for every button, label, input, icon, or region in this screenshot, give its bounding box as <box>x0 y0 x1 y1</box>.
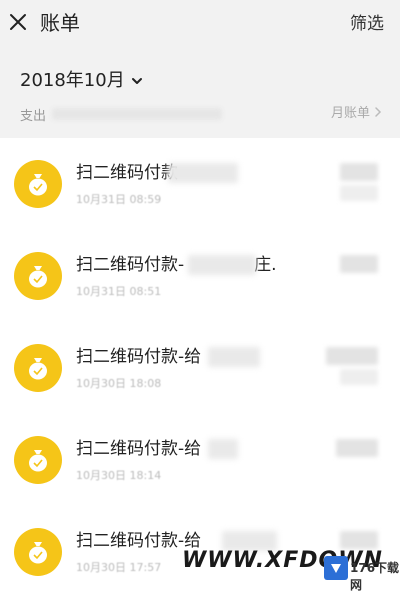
transaction-title-suffix: 庄. <box>254 255 277 275</box>
month-section: 2018年10月 支出 月账单 <box>0 48 400 138</box>
filter-button[interactable]: 筛选 <box>350 12 384 36</box>
redacted-status <box>340 369 378 385</box>
expense-label: 支出 <box>20 108 47 124</box>
chevron-down-icon <box>131 78 142 84</box>
chevron-right-icon <box>375 106 382 117</box>
redacted-merchant <box>188 255 256 275</box>
expense-summary: 支出 <box>20 103 382 125</box>
transaction-time: 10月30日 17:57 <box>76 561 162 574</box>
list-item[interactable]: 扫二维码付款-给 10月30日 18:08 <box>0 322 400 414</box>
redacted-merchant <box>208 347 260 367</box>
transaction-time: 10月30日 18:14 <box>76 469 162 482</box>
money-bag-icon <box>14 252 62 300</box>
watermark-logo-text: 176下载网 <box>350 561 400 592</box>
page-title: 账单 <box>40 11 80 35</box>
redacted-amount <box>336 439 378 457</box>
transaction-title: 扫二维码付款-给 <box>76 439 202 459</box>
monthly-bill-link[interactable]: 月账单 <box>331 102 382 121</box>
transaction-time: 10月31日 08:59 <box>76 193 162 206</box>
transaction-list: 扫二维码付款 10月31日 08:59 扫二维码付款- 庄. 10月31日 08:… <box>0 138 400 596</box>
list-item[interactable]: 扫二维码付款- 庄. 10月31日 08:51 <box>0 230 400 322</box>
transaction-title: 扫二维码付款 <box>76 163 178 183</box>
redacted-amount <box>326 347 378 365</box>
transaction-time: 10月31日 08:51 <box>76 285 162 298</box>
money-bag-icon <box>14 344 62 392</box>
close-button[interactable] <box>6 10 30 34</box>
redacted-amount <box>340 255 378 273</box>
watermark-logo-icon <box>324 556 348 580</box>
list-item[interactable]: 扫二维码付款 10月31日 08:59 <box>0 138 400 230</box>
redacted-merchant <box>208 439 238 459</box>
redacted-amount <box>340 531 378 549</box>
money-bag-icon <box>14 436 62 484</box>
close-icon <box>10 14 26 30</box>
transaction-title-text: 扫二维码付款- <box>76 255 185 275</box>
expense-amount-redacted <box>52 108 223 120</box>
redacted-status <box>340 185 378 201</box>
month-selector[interactable]: 2018年10月 <box>20 68 143 94</box>
transaction-title: 扫二维码付款-给 <box>76 347 202 367</box>
top-bar: 账单 筛选 <box>0 0 400 48</box>
monthly-bill-label: 月账单 <box>330 106 370 121</box>
redacted-merchant <box>168 163 238 183</box>
month-label: 2018年10月 <box>20 70 125 91</box>
transaction-time: 10月30日 18:08 <box>76 377 162 390</box>
money-bag-icon <box>14 528 62 576</box>
bill-page: 账单 筛选 2018年10月 支出 月账单 扫二维码付款 10月31日 08:5… <box>0 0 400 596</box>
money-bag-icon <box>14 160 62 208</box>
redacted-amount <box>340 163 378 181</box>
list-item[interactable]: 扫二维码付款-给 10月30日 18:14 <box>0 414 400 506</box>
